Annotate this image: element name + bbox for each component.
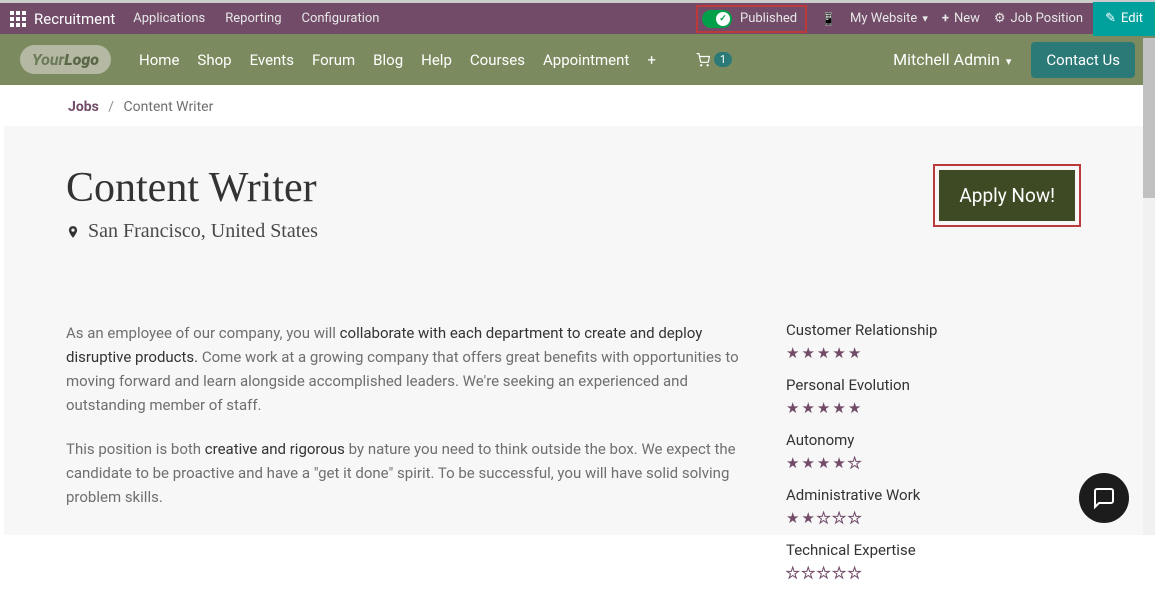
menu-shop[interactable]: Shop xyxy=(197,51,231,69)
job-position-button[interactable]: Job Position xyxy=(994,11,1083,26)
nav-applications[interactable]: Applications xyxy=(133,11,205,26)
published-toggle-highlight: Published xyxy=(696,5,807,33)
new-button[interactable]: New xyxy=(942,11,980,26)
app-title[interactable]: Recruitment xyxy=(34,10,115,28)
rating-stars: ★★★★★ xyxy=(786,343,1066,362)
nav-reporting[interactable]: Reporting xyxy=(225,11,281,26)
job-description: As an employee of our company, you will … xyxy=(66,321,746,596)
chevron-down-icon xyxy=(1006,50,1012,69)
scrollbar-thumb[interactable] xyxy=(1143,38,1155,198)
star-icon: ★ xyxy=(786,399,799,417)
menu-appointment[interactable]: Appointment xyxy=(543,51,629,69)
rating-label: Autonomy xyxy=(786,431,1066,449)
star-icon: ★ xyxy=(848,564,861,582)
star-icon: ★ xyxy=(817,399,830,417)
menu-home[interactable]: Home xyxy=(139,51,179,69)
star-icon: ★ xyxy=(801,509,814,527)
star-icon: ★ xyxy=(786,344,799,362)
star-icon: ★ xyxy=(832,344,845,362)
cart-count: 1 xyxy=(714,52,732,67)
ratings-panel: Customer Relationship★★★★★Personal Evolu… xyxy=(786,321,1066,596)
apply-now-button[interactable]: Apply Now! xyxy=(939,170,1075,221)
star-icon: ★ xyxy=(848,399,861,417)
contact-us-button[interactable]: Contact Us xyxy=(1031,42,1135,78)
page-content: Content Writer San Francisco, United Sta… xyxy=(4,126,1143,535)
admin-bar: Recruitment Applications Reporting Confi… xyxy=(0,0,1155,34)
star-icon: ★ xyxy=(817,344,830,362)
star-icon: ★ xyxy=(832,454,845,472)
star-icon: ★ xyxy=(801,454,814,472)
star-icon: ★ xyxy=(801,564,814,582)
edit-button[interactable]: Edit xyxy=(1093,2,1155,36)
breadcrumb-root[interactable]: Jobs xyxy=(68,99,99,115)
star-icon: ★ xyxy=(786,454,799,472)
menu-courses[interactable]: Courses xyxy=(470,51,525,69)
add-menu-icon[interactable]: + xyxy=(647,51,656,69)
mobile-preview-icon[interactable] xyxy=(821,12,836,26)
cart-button[interactable]: 1 xyxy=(696,52,732,67)
rating-label: Administrative Work xyxy=(786,486,1066,504)
breadcrumb-sep: / xyxy=(108,99,114,115)
chevron-down-icon xyxy=(922,11,928,26)
star-icon: ★ xyxy=(817,454,830,472)
star-icon: ★ xyxy=(786,564,799,582)
star-icon: ★ xyxy=(801,344,814,362)
chat-fab[interactable] xyxy=(1079,473,1129,523)
star-icon: ★ xyxy=(832,564,845,582)
location-pin-icon xyxy=(66,223,80,241)
star-icon: ★ xyxy=(832,399,845,417)
rating-item: Autonomy★★★★★ xyxy=(786,431,1066,472)
rating-item: Personal Evolution★★★★★ xyxy=(786,376,1066,417)
menu-blog[interactable]: Blog xyxy=(373,51,403,69)
rating-item: Administrative Work★★★★★ xyxy=(786,486,1066,527)
star-icon: ★ xyxy=(817,564,830,582)
star-icon: ★ xyxy=(848,509,861,527)
star-icon: ★ xyxy=(848,454,861,472)
job-title: Content Writer xyxy=(66,164,318,212)
star-icon: ★ xyxy=(832,509,845,527)
star-icon: ★ xyxy=(848,344,861,362)
apply-highlight: Apply Now! xyxy=(933,164,1081,227)
star-icon: ★ xyxy=(817,509,830,527)
menu-events[interactable]: Events xyxy=(250,51,294,69)
breadcrumb-current: Content Writer xyxy=(124,99,214,115)
gear-icon xyxy=(994,11,1006,26)
check-icon xyxy=(716,12,730,26)
rating-stars: ★★★★★ xyxy=(786,508,1066,527)
rating-label: Personal Evolution xyxy=(786,376,1066,394)
nav-configuration[interactable]: Configuration xyxy=(302,11,380,26)
breadcrumb: Jobs / Content Writer xyxy=(0,85,1155,129)
scrollbar[interactable] xyxy=(1143,38,1155,535)
rating-item: Technical Expertise★★★★★ xyxy=(786,541,1066,582)
star-icon: ★ xyxy=(786,509,799,527)
rating-stars: ★★★★★ xyxy=(786,398,1066,417)
rating-item: Customer Relationship★★★★★ xyxy=(786,321,1066,362)
published-toggle[interactable] xyxy=(702,10,732,28)
site-logo[interactable]: YourLogo xyxy=(20,45,111,74)
rating-label: Customer Relationship xyxy=(786,321,1066,339)
plus-icon xyxy=(942,11,949,26)
cart-icon xyxy=(696,53,710,67)
pencil-icon xyxy=(1105,11,1116,26)
published-label: Published xyxy=(740,11,797,26)
rating-stars: ★★★★★ xyxy=(786,453,1066,472)
menu-help[interactable]: Help xyxy=(421,51,452,69)
my-website-dropdown[interactable]: My Website xyxy=(850,11,928,26)
rating-label: Technical Expertise xyxy=(786,541,1066,559)
site-header: YourLogo Home Shop Events Forum Blog Hel… xyxy=(0,34,1155,85)
menu-forum[interactable]: Forum xyxy=(312,51,355,69)
user-menu[interactable]: Mitchell Admin xyxy=(893,50,1011,69)
rating-stars: ★★★★★ xyxy=(786,563,1066,582)
star-icon: ★ xyxy=(801,399,814,417)
job-location: San Francisco, United States xyxy=(88,220,318,243)
apps-icon[interactable] xyxy=(10,11,26,27)
chat-icon xyxy=(1092,486,1116,510)
